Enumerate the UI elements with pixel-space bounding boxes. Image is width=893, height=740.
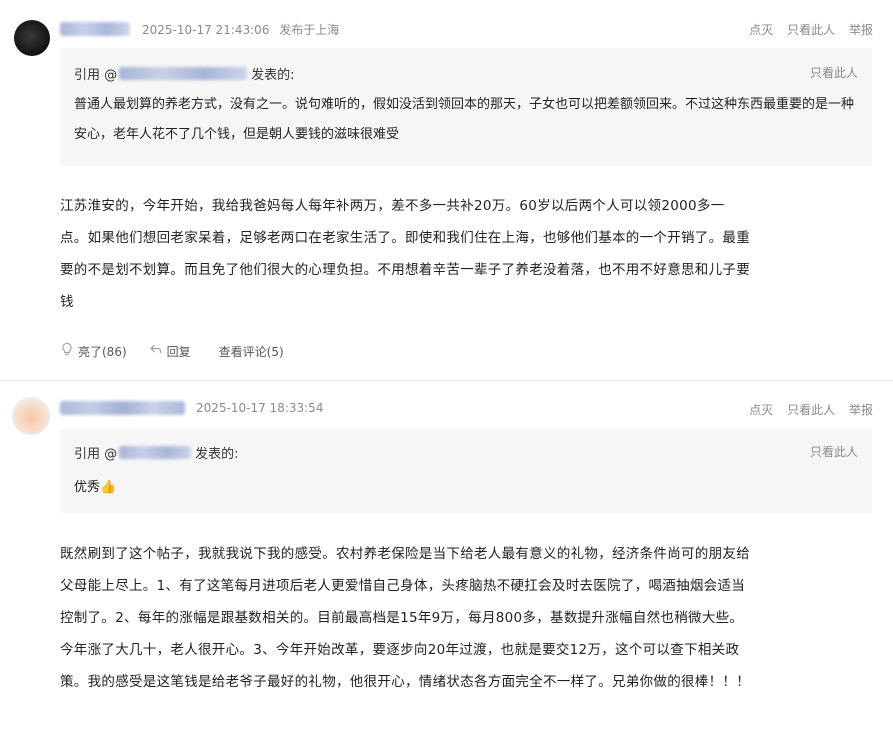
only-this-user-button[interactable]: 只看此人 <box>787 23 835 37</box>
report-button[interactable]: 举报 <box>849 23 873 37</box>
like-count: 亮了(86) <box>78 344 127 359</box>
post-actions: 点灭 只看此人 举报 <box>739 21 873 38</box>
view-comments-label: 查看评论(5) <box>218 344 284 359</box>
location: 发布于上海 <box>279 23 340 37</box>
timestamp: 2025-10-17 18:33:54 <box>196 401 324 415</box>
quote-header: 引用 @ 发表的: <box>74 443 239 462</box>
post-meta: 2025-10-17 21:43:06 发布于上海 <box>142 21 339 38</box>
username-blurred[interactable] <box>60 22 130 36</box>
post-footer: 亮了(86) 回复 查看评论(5) <box>60 342 306 360</box>
post-meta: 2025-10-17 18:33:54 <box>196 401 323 415</box>
only-this-user-button[interactable]: 只看此人 <box>787 403 835 417</box>
reply-icon <box>149 342 163 360</box>
reply-button[interactable]: 回复 <box>149 342 191 360</box>
comment-post-2: 2025-10-17 18:33:54 点灭 只看此人 举报 引用 @ 发表的: … <box>0 380 893 740</box>
report-button[interactable]: 举报 <box>849 403 873 417</box>
quote-only-this-user-link[interactable]: 只看此人 <box>810 443 858 460</box>
quoted-username-blurred[interactable] <box>119 67 248 80</box>
quote-body: 普通人最划算的养老方式，没有之一。说句难听的，假如没活到领回本的那天，子女也可以… <box>74 97 855 142</box>
like-button[interactable]: 亮了(86) <box>60 342 127 360</box>
reply-label: 回复 <box>166 344 191 359</box>
dislike-button[interactable]: 点灭 <box>749 403 773 417</box>
timestamp: 2025-10-17 21:43:06 <box>142 23 270 37</box>
quote-header: 引用 @ 发表的: <box>74 64 295 83</box>
quote-block: 引用 @ 发表的: 只看此人 普通人最划算的养老方式，没有之一。说句难听的，假如没… <box>60 48 872 166</box>
quote-prefix: 引用 @ <box>74 68 118 83</box>
quote-prefix: 引用 @ <box>74 447 118 462</box>
quote-block: 引用 @ 发表的: 只看此人 优秀👍 <box>60 429 872 513</box>
username-blurred[interactable] <box>60 401 185 415</box>
avatar[interactable] <box>12 397 50 435</box>
avatar[interactable] <box>14 20 50 56</box>
comment-post-1: 2025-10-17 21:43:06 发布于上海 点灭 只看此人 举报 引用 … <box>0 0 893 380</box>
quoted-username-blurred[interactable] <box>119 446 192 459</box>
quote-only-this-user-link[interactable]: 只看此人 <box>810 64 858 81</box>
lightbulb-icon <box>60 342 74 360</box>
post-content: 既然刷到了这个帖子，我就我说下我的感受。农村养老保险是当下给老人最有意义的礼物，… <box>60 546 750 690</box>
quote-suffix: 发表的: <box>251 68 295 83</box>
post-content: 江苏淮安的，今年开始，我给我爸妈每人每年补两万，差不多一共补20万。60岁以后两… <box>60 198 750 310</box>
quote-suffix: 发表的: <box>195 447 239 462</box>
dislike-button[interactable]: 点灭 <box>749 23 773 37</box>
quote-body: 优秀👍 <box>74 480 117 495</box>
post-actions: 点灭 只看此人 举报 <box>739 401 873 418</box>
view-comments-button[interactable]: 查看评论(5) <box>219 343 284 360</box>
